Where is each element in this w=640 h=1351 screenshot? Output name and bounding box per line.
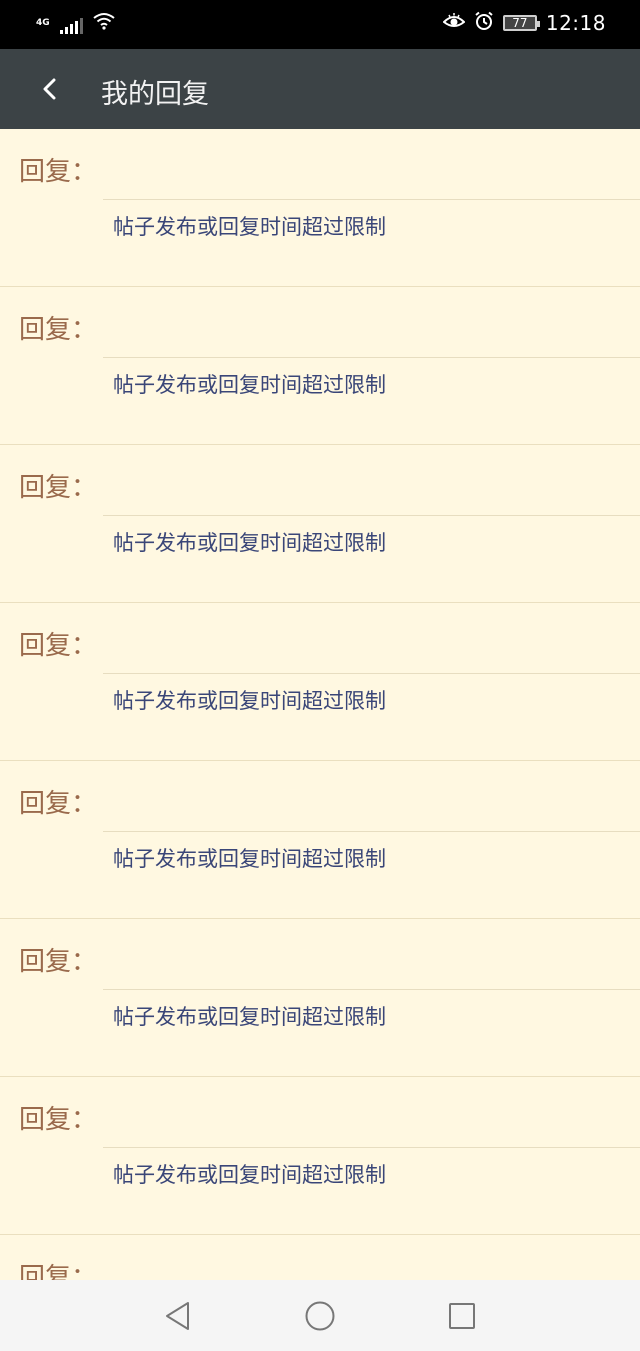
- reply-label: 回复：: [19, 473, 98, 503]
- reply-content: 帖子发布或回复时间超过限制: [113, 373, 386, 397]
- back-triangle-icon: [166, 1302, 189, 1330]
- chevron-left-icon: [43, 78, 56, 100]
- reply-content: 帖子发布或回复时间超过限制: [113, 1005, 386, 1029]
- reply-label: 回复：: [19, 315, 98, 345]
- reply-label: 回复：: [19, 157, 98, 187]
- system-nav-bar: [0, 1280, 640, 1351]
- signal-icon: [59, 18, 83, 34]
- list-item[interactable]: 回复： 帖子发布或回复时间超过限制: [0, 1077, 640, 1235]
- reply-label: 回复：: [19, 789, 98, 819]
- battery-icon: 77: [502, 15, 540, 31]
- back-button[interactable]: [30, 69, 70, 109]
- wifi-icon: [93, 12, 115, 34]
- list-item[interactable]: 回复： 帖子发布或回复时间超过限制: [0, 761, 640, 919]
- nav-recents-button[interactable]: [444, 1298, 480, 1334]
- app-bar: 我的回复: [0, 49, 640, 129]
- home-circle-icon: [305, 1301, 335, 1331]
- reply-label: 回复：: [19, 1105, 98, 1135]
- status-bar: 4G 77 12:18: [0, 0, 640, 49]
- reply-content: 帖子发布或回复时间超过限制: [113, 689, 386, 713]
- list-item[interactable]: 回复： 帖子发布或回复时间超过限制: [0, 603, 640, 761]
- page-title: 我的回复: [101, 79, 209, 110]
- divider: [103, 1147, 640, 1148]
- network-type: 4G: [36, 18, 50, 28]
- status-left: 4G: [36, 12, 115, 34]
- reply-content: 帖子发布或回复时间超过限制: [113, 1163, 386, 1187]
- reply-list[interactable]: 回复： 帖子发布或回复时间超过限制 回复： 帖子发布或回复时间超过限制 回复： …: [0, 129, 640, 1280]
- status-right: 77 12:18: [442, 11, 606, 35]
- alarm-icon: [474, 11, 494, 35]
- list-item[interactable]: 回复：: [0, 1235, 640, 1280]
- nav-home-button[interactable]: [302, 1298, 338, 1334]
- list-item[interactable]: 回复： 帖子发布或回复时间超过限制: [0, 287, 640, 445]
- reply-content: 帖子发布或回复时间超过限制: [113, 531, 386, 555]
- nav-back-button[interactable]: [160, 1298, 196, 1334]
- divider: [103, 673, 640, 674]
- reply-label: 回复：: [19, 947, 98, 977]
- reply-content: 帖子发布或回复时间超过限制: [113, 847, 386, 871]
- clock: 12:18: [545, 11, 606, 35]
- divider: [103, 989, 640, 990]
- divider: [103, 515, 640, 516]
- eye-icon: [442, 12, 466, 34]
- reply-label: 回复：: [19, 1263, 98, 1280]
- divider: [103, 357, 640, 358]
- recents-square-icon: [449, 1303, 475, 1329]
- list-item[interactable]: 回复： 帖子发布或回复时间超过限制: [0, 445, 640, 603]
- list-item[interactable]: 回复： 帖子发布或回复时间超过限制: [0, 129, 640, 287]
- reply-label: 回复：: [19, 631, 98, 661]
- divider: [103, 199, 640, 200]
- reply-content: 帖子发布或回复时间超过限制: [113, 215, 386, 239]
- divider: [103, 831, 640, 832]
- list-item[interactable]: 回复： 帖子发布或回复时间超过限制: [0, 919, 640, 1077]
